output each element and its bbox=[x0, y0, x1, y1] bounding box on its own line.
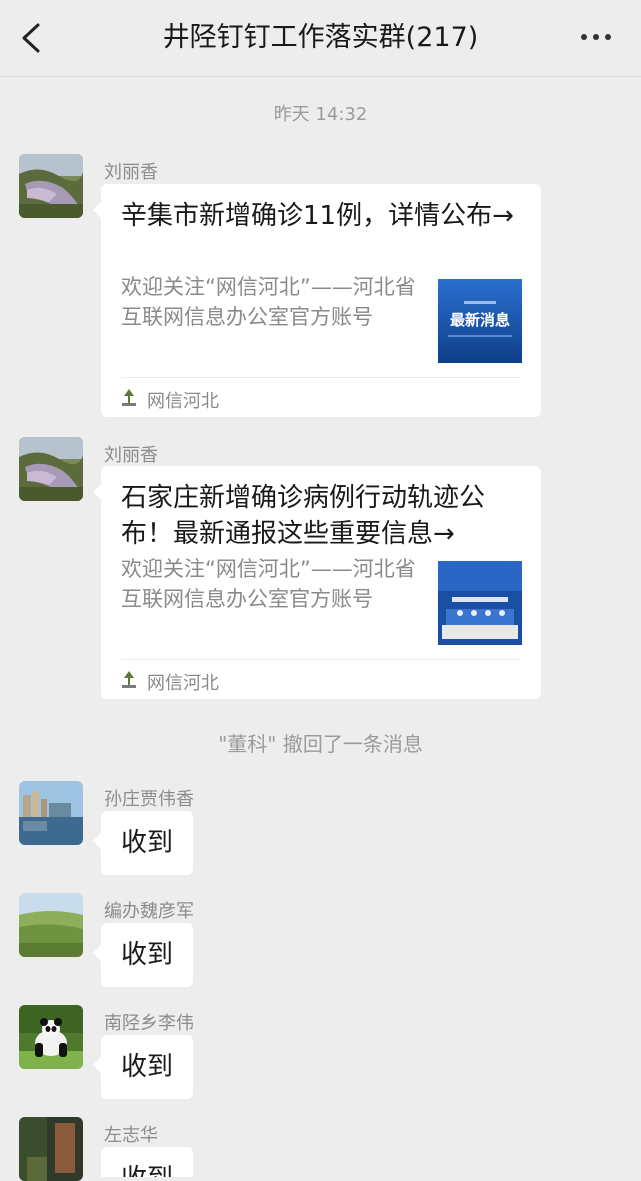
recall-notice: "董科" 撤回了一条消息 bbox=[218, 732, 423, 756]
text-message-bubble[interactable]: 收到 bbox=[93, 923, 193, 987]
avatar[interactable] bbox=[19, 154, 83, 218]
text-message-bubble[interactable]: 收到 bbox=[101, 1147, 193, 1177]
card-description: 欢迎关注“网信河北”——河北省互联网信息办公室官方账号 bbox=[121, 275, 416, 329]
sender-name: 孙庄贾伟香 bbox=[104, 789, 194, 810]
source-name: 网信河北 bbox=[147, 673, 219, 694]
text-message-bubble[interactable]: 收到 bbox=[93, 1035, 193, 1099]
source-name: 网信河北 bbox=[147, 391, 219, 412]
chat-title: 井陉钉钉工作落实群(217) bbox=[162, 22, 479, 53]
avatar[interactable] bbox=[19, 437, 83, 501]
sender-name: 刘丽香 bbox=[104, 445, 158, 466]
avatar[interactable] bbox=[19, 781, 83, 845]
text-message-bubble[interactable]: 收到 bbox=[93, 811, 193, 875]
card-thumbnail: 最新消息 bbox=[438, 279, 522, 363]
avatar[interactable] bbox=[19, 893, 83, 957]
source-logo-icon bbox=[122, 389, 136, 406]
more-dots-icon[interactable] bbox=[581, 34, 615, 44]
card-description: 欢迎关注“网信河北”——河北省互联网信息办公室官方账号 bbox=[121, 557, 416, 611]
avatar[interactable] bbox=[19, 1117, 83, 1181]
card-divider bbox=[121, 659, 521, 660]
article-card[interactable]: 石家庄新增确诊病例行动轨迹公布！最新通报这些重要信息→ 欢迎关注“网信河北”——… bbox=[93, 466, 541, 699]
card-divider bbox=[121, 377, 521, 378]
avatar[interactable] bbox=[19, 1005, 83, 1069]
card-title: 石家庄新增确诊病例行动轨迹公布！最新通报这些重要信息→ bbox=[121, 483, 486, 549]
sender-name: 刘丽香 bbox=[104, 162, 158, 183]
sender-name: 左志华 bbox=[104, 1125, 158, 1146]
card-thumbnail bbox=[438, 561, 522, 645]
chat-header: 井陉钉钉工作落实群(217) bbox=[0, 0, 641, 77]
message-timestamp: 昨天 14:32 bbox=[273, 104, 368, 125]
sender-name: 南陉乡李伟 bbox=[104, 1013, 194, 1034]
source-logo-icon bbox=[122, 671, 136, 688]
article-card[interactable]: 辛集市新增确诊11例，详情公布→ 欢迎关注“网信河北”——河北省互联网信息办公室… bbox=[93, 184, 541, 417]
chevron-left-icon[interactable] bbox=[18, 22, 46, 54]
sender-name: 编办魏彦军 bbox=[104, 901, 194, 922]
thumbnail-label: 最新消息 bbox=[450, 311, 510, 329]
card-title: 辛集市新增确诊11例，详情公布→ bbox=[121, 201, 514, 231]
